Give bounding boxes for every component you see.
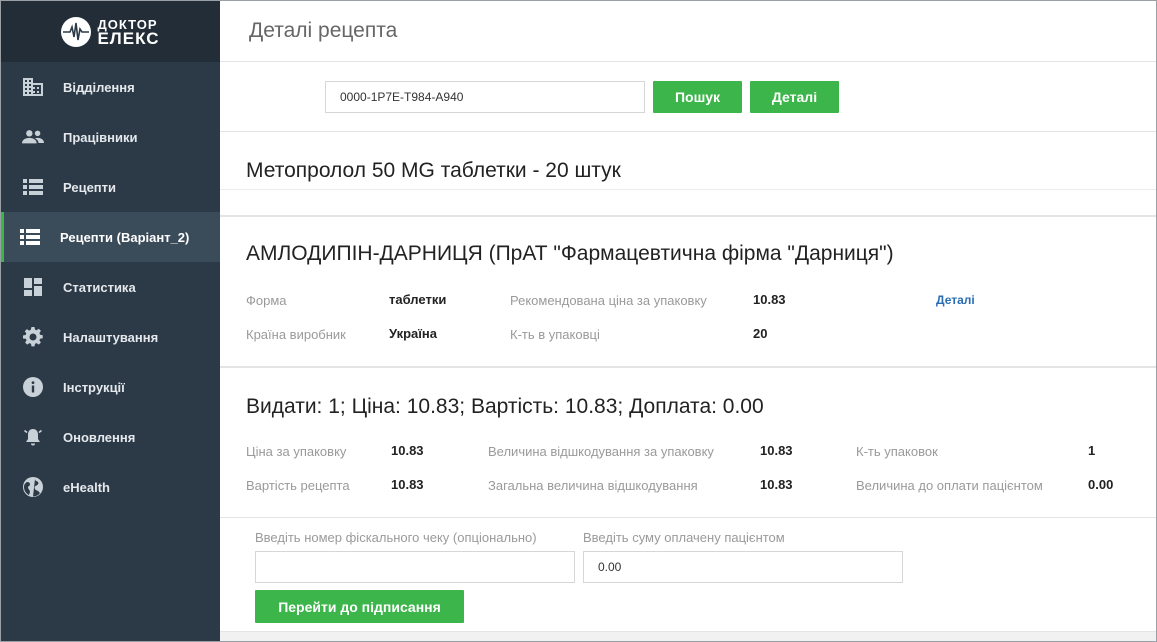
sidebar-item-prescriptions[interactable]: Рецепти — [1, 162, 220, 212]
country-label: Країна виробник — [246, 327, 346, 342]
sidebar-item-label: Рецепти (Варіант_2) — [60, 229, 190, 245]
app-window: ДОКТОР ЕЛЕКС Відділення Працівники Рецеп… — [0, 0, 1157, 642]
dispense-info: Видати: 1; Ціна: 10.83; Вартість: 10.83;… — [220, 367, 1156, 518]
sidebar-item-label: Статистика — [63, 279, 136, 295]
payment-form: Введіть номер фіскального чеку (опціонал… — [220, 517, 1156, 631]
sidebar-item-prescriptions-variant2[interactable]: Рецепти (Варіант_2) — [1, 212, 220, 262]
bell-icon — [22, 426, 44, 448]
patient-payment-label: Величина до оплати пацієнтом — [856, 478, 1043, 493]
total-reimbursement-value: 10.83 — [760, 477, 793, 492]
sidebar-item-label: Рецепти — [63, 179, 117, 195]
search-bar: Пошук Деталі — [220, 62, 1156, 132]
list-icon — [19, 226, 41, 248]
prescription-cost-value: 10.83 — [391, 477, 424, 492]
sidebar-item-label: Відділення — [63, 79, 135, 95]
sidebar-item-label: Налаштування — [63, 329, 159, 345]
country-value: Україна — [389, 326, 438, 341]
sidebar-item-label: Оновлення — [63, 429, 136, 445]
drug-title: АМЛОДИПІН-ДАРНИЦЯ (ПрАТ "Фармацевтична ф… — [246, 242, 894, 265]
form-value: таблетки — [389, 292, 447, 307]
gear-icon — [22, 326, 44, 348]
recommended-price-value: 10.83 — [753, 292, 786, 307]
people-icon — [22, 126, 44, 148]
reimbursement-per-pack-value: 10.83 — [760, 443, 793, 458]
drug-info: АМЛОДИПІН-ДАРНИЦЯ (ПрАТ "Фармацевтична ф… — [220, 216, 1156, 367]
sidebar-item-ehealth[interactable]: eHealth — [1, 462, 220, 512]
sidebar: ДОКТОР ЕЛЕКС Відділення Працівники Рецеп… — [1, 1, 220, 641]
sidebar-item-updates[interactable]: Оновлення — [1, 412, 220, 462]
pack-quantity-label: К-ть в упаковці — [510, 327, 600, 342]
brand-line2: ЕЛЕКС — [97, 28, 160, 48]
fiscal-receipt-label: Введіть номер фіскального чеку (опціонал… — [255, 530, 537, 545]
info-icon — [22, 376, 44, 398]
prescription-search-input[interactable] — [325, 81, 645, 113]
sidebar-item-settings[interactable]: Налаштування — [1, 312, 220, 362]
page-title: Деталі рецепта — [220, 1, 1156, 62]
patient-paid-amount-label: Введіть суму оплачену пацієнтом — [583, 530, 785, 545]
sidebar-item-statistics[interactable]: Статистика — [1, 262, 220, 312]
building-icon — [22, 76, 44, 98]
dispense-title: Видати: 1; Ціна: 10.83; Вартість: 10.83;… — [246, 395, 764, 418]
form-label: Форма — [246, 293, 287, 308]
globe-icon — [22, 476, 44, 498]
sidebar-item-label: Інструкції — [63, 379, 125, 395]
total-reimbursement-label: Загальна величина відшкодування — [488, 478, 698, 493]
brand-name: ДОКТОР ЕЛЕКС — [97, 17, 160, 48]
sidebar-item-label: Працівники — [63, 129, 138, 145]
drug-details-link[interactable]: Деталі — [936, 293, 975, 307]
sidebar-item-label: eHealth — [63, 479, 110, 495]
dashboard-icon — [22, 276, 44, 298]
heartbeat-logo-icon — [61, 16, 92, 47]
pack-price-value: 10.83 — [391, 443, 424, 458]
proceed-to-signing-button[interactable]: Перейти до підписання — [255, 590, 464, 623]
prescription-title: Метопролол 50 MG таблетки - 20 штук — [246, 159, 621, 182]
main-content: Деталі рецепта Пошук Деталі Метопролол 5… — [220, 1, 1156, 641]
packs-count-label: К-ть упаковок — [856, 444, 938, 459]
list-icon — [22, 176, 44, 198]
reimbursement-per-pack-label: Величина відшкодування за упаковку — [488, 444, 714, 459]
patient-payment-value: 0.00 — [1088, 477, 1114, 492]
recommended-price-label: Рекомендована ціна за упаковку — [510, 293, 707, 308]
patient-paid-amount-input[interactable] — [583, 551, 903, 583]
fiscal-receipt-input[interactable] — [255, 551, 575, 583]
packs-count-value: 1 — [1088, 443, 1096, 458]
prescription-summary: Метопролол 50 MG таблетки - 20 штук — [220, 132, 1156, 216]
prescription-cost-label: Вартість рецепта — [246, 478, 350, 493]
sidebar-item-departments[interactable]: Відділення — [1, 62, 220, 112]
pack-price-label: Ціна за упаковку — [246, 444, 347, 459]
pack-quantity-value: 20 — [753, 326, 768, 341]
search-button[interactable]: Пошук — [653, 81, 742, 113]
sidebar-item-instructions[interactable]: Інструкції — [1, 362, 220, 412]
brand-logo[interactable]: ДОКТОР ЕЛЕКС — [1, 1, 220, 62]
details-button[interactable]: Деталі — [750, 81, 839, 113]
divider — [220, 189, 1156, 190]
sidebar-item-employees[interactable]: Працівники — [1, 112, 220, 162]
footer-strip — [220, 631, 1156, 641]
